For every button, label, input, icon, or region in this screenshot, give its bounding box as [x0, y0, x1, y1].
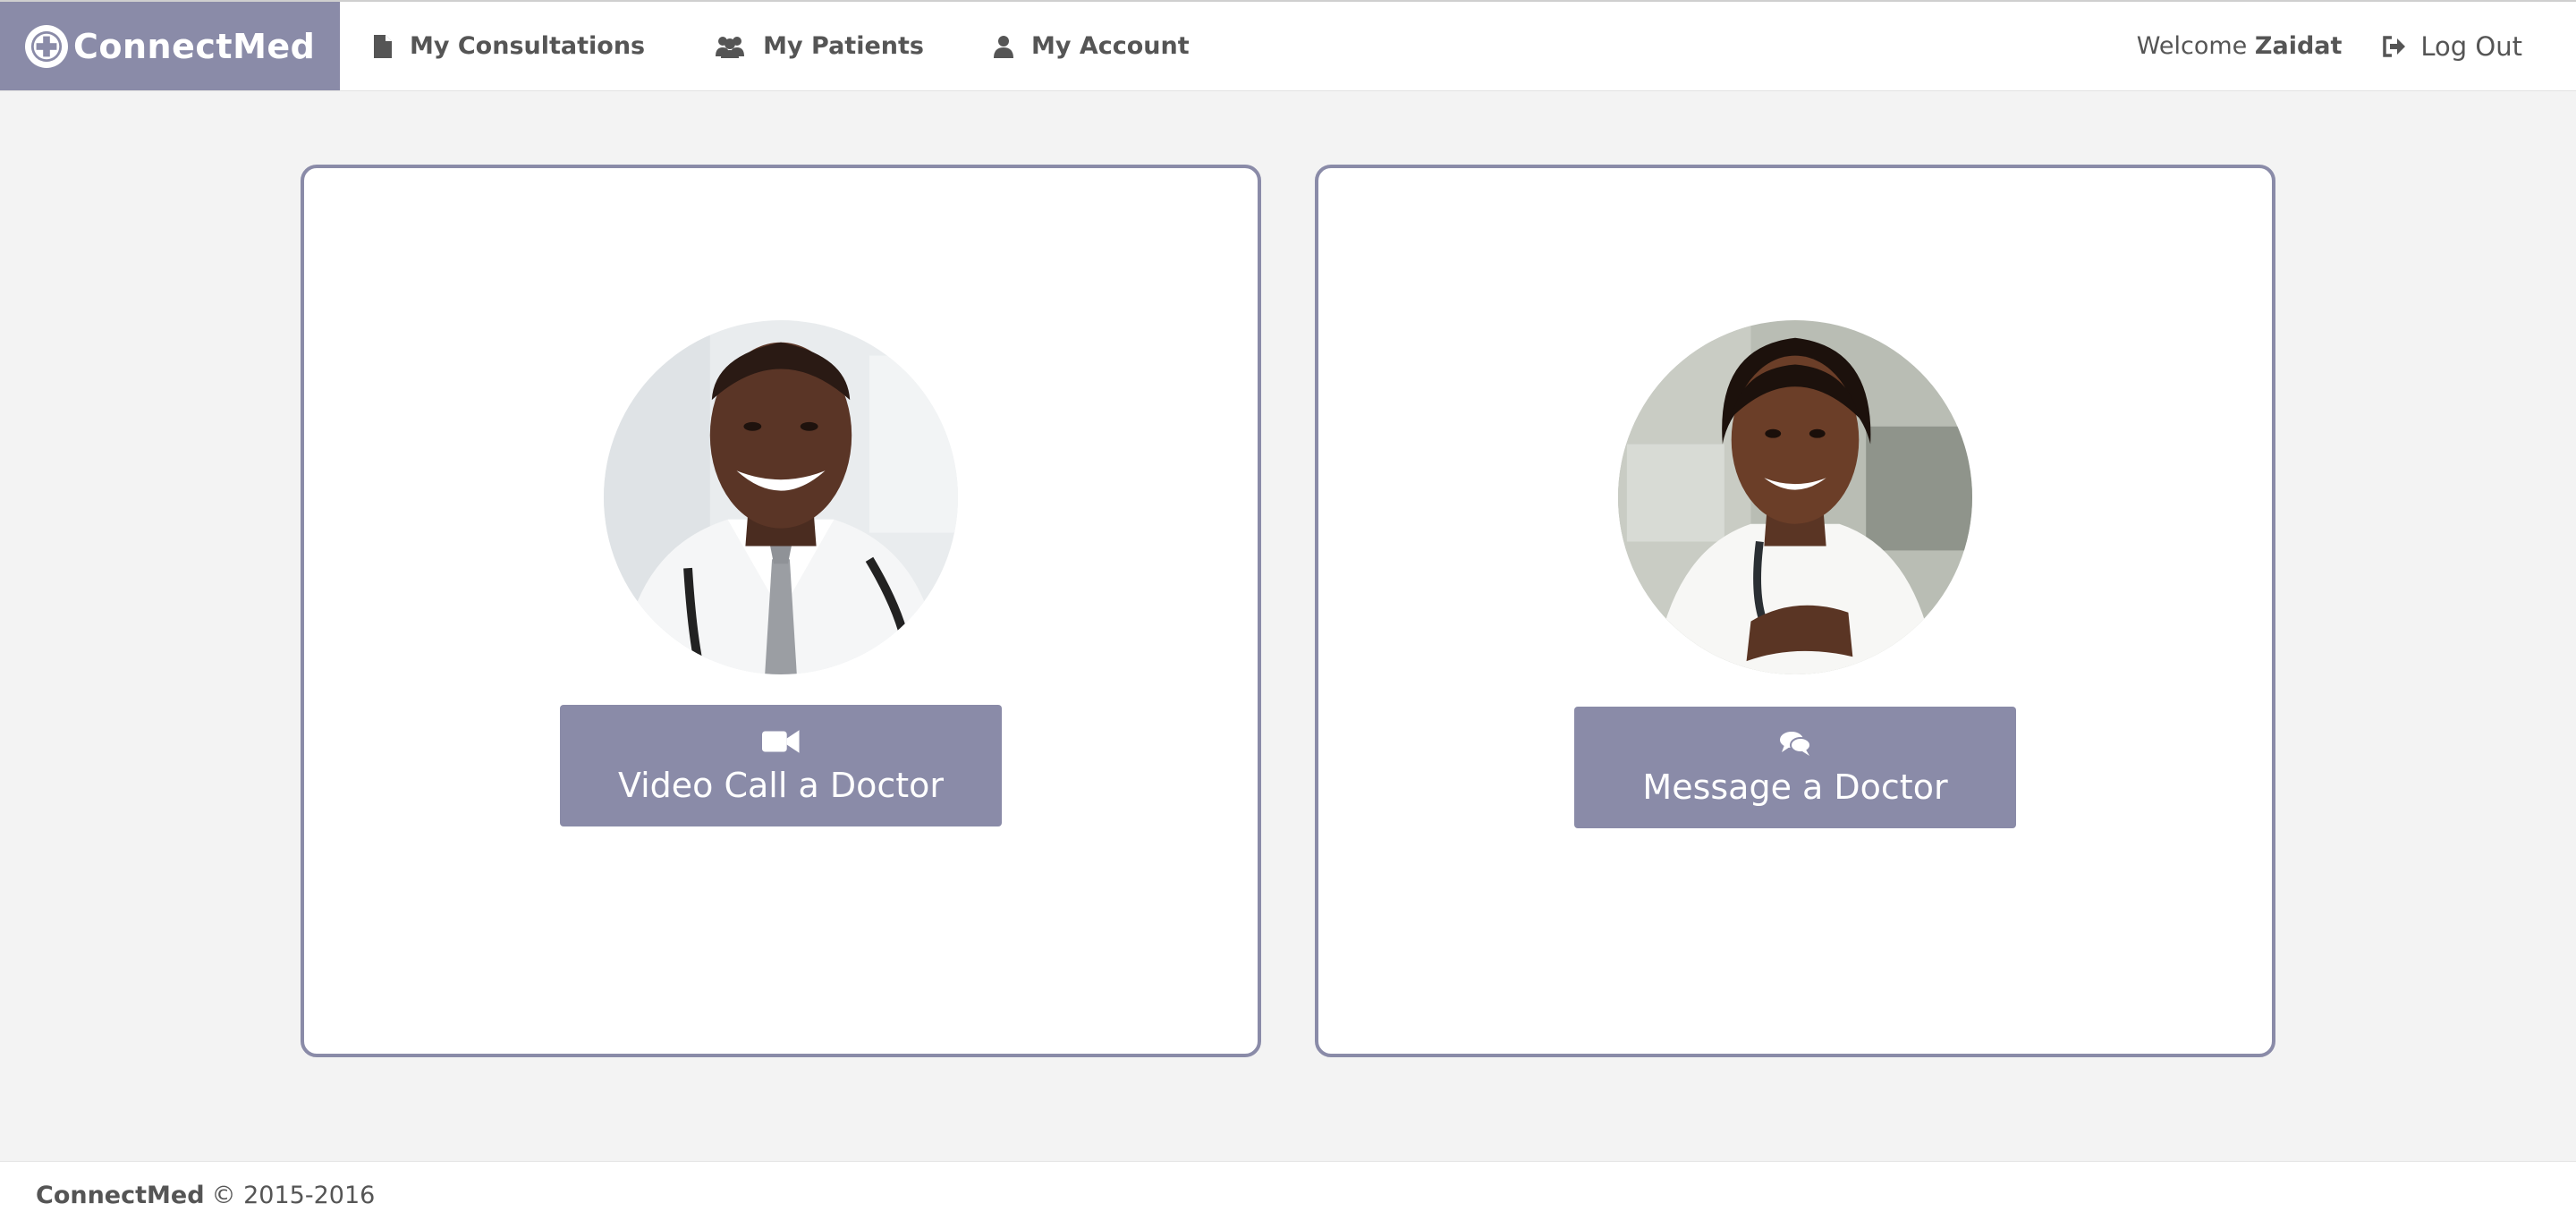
video-call-doctor-button[interactable]: Video Call a Doctor	[560, 705, 1002, 826]
welcome-prefix: Welcome	[2136, 32, 2248, 60]
users-icon	[715, 35, 745, 58]
logout-label: Log Out	[2420, 30, 2522, 62]
file-icon	[374, 34, 392, 58]
nav-label: My Consultations	[410, 32, 646, 60]
message-card: Message a Doctor	[1315, 165, 2275, 1057]
brand-name: ConnectMed	[73, 26, 316, 66]
video-camera-icon	[762, 726, 800, 757]
main-nav: My Consultations My Patients My Account	[374, 2, 1259, 90]
footer-copyright: © 2015-2016	[211, 1182, 376, 1209]
page-footer: ConnectMed © 2015-2016	[0, 1161, 2576, 1229]
female-doctor-photo	[1618, 320, 1972, 674]
nav-label: My Account	[1030, 32, 1190, 60]
message-doctor-button[interactable]: Message a Doctor	[1574, 707, 2016, 828]
video-call-card: Video Call a Doctor	[301, 165, 1261, 1057]
username: Zaidat	[2254, 32, 2343, 60]
user-icon	[993, 35, 1013, 58]
button-label: Video Call a Doctor	[617, 766, 945, 805]
brand-logo-link[interactable]: ConnectMed	[0, 2, 340, 90]
footer-brand: ConnectMed	[36, 1182, 205, 1209]
sign-out-icon	[2383, 35, 2406, 57]
medical-cross-icon	[25, 24, 68, 68]
nav-my-account[interactable]: My Account	[993, 32, 1190, 60]
male-doctor-photo	[604, 320, 958, 674]
top-navbar: ConnectMed My Consultations My Patients	[0, 0, 2576, 91]
logout-button[interactable]: Log Out	[2383, 31, 2522, 62]
nav-label: My Patients	[763, 32, 924, 60]
welcome-message: Welcome Zaidat	[2137, 32, 2343, 60]
nav-user-area: Welcome Zaidat Log Out	[2137, 2, 2576, 90]
comments-icon	[1779, 728, 1811, 759]
button-label: Message a Doctor	[1642, 767, 1948, 807]
nav-my-consultations[interactable]: My Consultations	[374, 32, 645, 60]
nav-my-patients[interactable]: My Patients	[715, 32, 924, 60]
